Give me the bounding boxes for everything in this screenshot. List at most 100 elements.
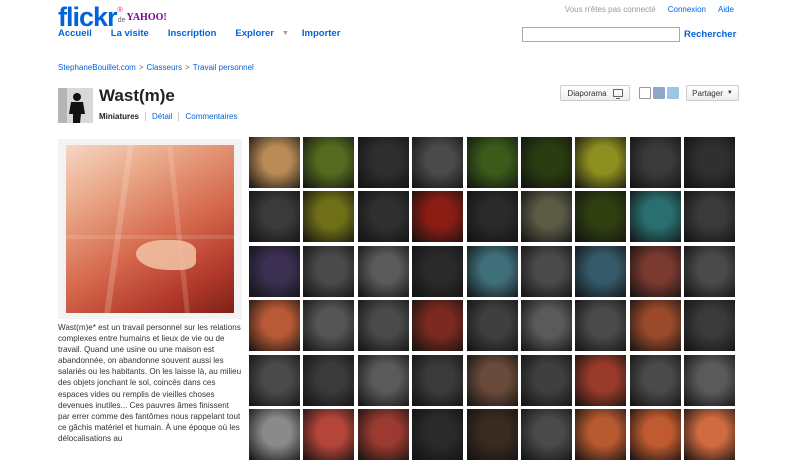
- tab-thumbnails[interactable]: Miniatures: [99, 112, 139, 121]
- yahoo-logo: YAHOO!: [126, 12, 167, 23]
- photo-thumbnail[interactable]: [357, 354, 409, 406]
- photo-thumbnail[interactable]: [684, 245, 736, 297]
- photo-thumbnail[interactable]: [520, 300, 572, 352]
- photo-thumbnail[interactable]: [412, 245, 464, 297]
- twitter-icon[interactable]: [667, 87, 679, 99]
- photo-thumbnail[interactable]: [629, 408, 681, 460]
- photo-thumbnail[interactable]: [684, 137, 736, 188]
- photo-thumbnail[interactable]: [357, 137, 409, 188]
- photo-thumbnail[interactable]: [575, 245, 627, 297]
- nav-importer[interactable]: Importer: [302, 28, 341, 39]
- photo-thumbnail[interactable]: [575, 354, 627, 406]
- photo-thumbnail[interactable]: [249, 191, 300, 243]
- chevron-down-icon[interactable]: ▼: [282, 30, 289, 37]
- search-input[interactable]: [522, 27, 680, 42]
- photo-thumbnail[interactable]: [357, 191, 409, 243]
- photo-thumbnail[interactable]: [303, 354, 355, 406]
- photo-thumbnail[interactable]: [466, 245, 518, 297]
- breadcrumb-separator: >: [185, 63, 190, 72]
- breadcrumb: StephaneBouillet.com > Classeurs > Travail p…: [58, 63, 254, 72]
- photo-thumbnail[interactable]: [575, 137, 627, 188]
- photo-thumbnail[interactable]: [575, 300, 627, 352]
- photo-thumbnail[interactable]: [520, 245, 572, 297]
- help-link[interactable]: Aide: [718, 5, 734, 14]
- photo-thumbnail[interactable]: [303, 191, 355, 243]
- facebook-icon[interactable]: [653, 87, 665, 99]
- photo-thumbnail[interactable]: [303, 300, 355, 352]
- photo-thumbnail[interactable]: [684, 408, 736, 460]
- photo-thumbnail[interactable]: [412, 300, 464, 352]
- photo-thumbnail[interactable]: [629, 245, 681, 297]
- login-link[interactable]: Connexion: [668, 5, 706, 14]
- photo-thumbnail[interactable]: [575, 408, 627, 460]
- photo-thumbnail[interactable]: [249, 300, 300, 352]
- share-icons: [639, 87, 679, 99]
- photo-thumbnail[interactable]: [520, 408, 572, 460]
- photo-thumbnail[interactable]: [684, 191, 736, 243]
- photo-thumbnail[interactable]: [412, 408, 464, 460]
- nav-explorer[interactable]: Explorer ▼: [235, 28, 288, 39]
- photo-thumbnail[interactable]: [629, 191, 681, 243]
- main-nav: Accueil La visite Inscription Explorer ▼ …: [58, 28, 359, 39]
- slideshow-button[interactable]: Diaporama: [560, 85, 630, 101]
- registered-mark: ®: [117, 7, 123, 14]
- account-links: Vous n'êtes pas connecté Connexion Aide: [565, 5, 734, 14]
- photo-thumbnail[interactable]: [357, 408, 409, 460]
- photo-thumbnail[interactable]: [466, 300, 518, 352]
- flickr-logo[interactable]: flickr ® de YAHOO!: [58, 2, 167, 32]
- share-label: Partager: [692, 88, 723, 98]
- avatar[interactable]: [58, 88, 93, 123]
- photo-thumbnail[interactable]: [684, 300, 736, 352]
- photo-thumbnail[interactable]: [249, 408, 300, 460]
- screen-icon: [612, 89, 623, 99]
- photo-thumbnail[interactable]: [466, 408, 518, 460]
- avatar-figure-icon: [58, 88, 93, 123]
- nav-label: Explorer: [235, 28, 274, 39]
- breadcrumb-separator: >: [138, 63, 144, 72]
- photo-thumbnail[interactable]: [412, 137, 464, 188]
- cover-photo[interactable]: [66, 145, 234, 313]
- photo-thumbnail[interactable]: [520, 354, 572, 406]
- photo-thumbnail[interactable]: [357, 245, 409, 297]
- photo-thumbnail[interactable]: [684, 354, 736, 406]
- photo-thumbnail[interactable]: [466, 137, 518, 188]
- photo-thumbnail[interactable]: [249, 137, 300, 188]
- photo-thumbnail[interactable]: [303, 137, 355, 188]
- photo-thumbnail[interactable]: [357, 300, 409, 352]
- photo-thumbnail[interactable]: [466, 354, 518, 406]
- photo-thumbnail[interactable]: [249, 354, 300, 406]
- view-tabs: Miniatures Détail Commentaires: [99, 112, 237, 121]
- breadcrumb-user[interactable]: StephaneBouillet.com: [58, 63, 136, 72]
- nav-label: Inscription: [167, 28, 217, 39]
- photo-thumbnail[interactable]: [629, 137, 681, 188]
- not-connected-text: Vous n'êtes pas connecté: [564, 5, 656, 14]
- photo-thumbnail[interactable]: [303, 408, 355, 460]
- breadcrumb-collection[interactable]: Travail personnel: [193, 63, 254, 72]
- photo-thumbnail[interactable]: [575, 191, 627, 243]
- photo-thumbnail[interactable]: [520, 137, 572, 188]
- tab-divider: [178, 112, 180, 121]
- mail-icon[interactable]: [639, 87, 651, 99]
- photo-thumbnail[interactable]: [520, 191, 572, 243]
- nav-label: Importer: [301, 28, 341, 39]
- photo-thumbnail[interactable]: [466, 191, 518, 243]
- photo-thumbnail[interactable]: [303, 245, 355, 297]
- tab-detail[interactable]: Détail: [152, 112, 172, 121]
- tab-divider: [145, 112, 147, 121]
- photo-thumbnail[interactable]: [412, 191, 464, 243]
- photo-thumbnail[interactable]: [629, 300, 681, 352]
- slideshow-label: Diaporama: [567, 88, 607, 98]
- photo-thumbnail[interactable]: [412, 354, 464, 406]
- nav-la-visite[interactable]: La visite: [111, 28, 149, 39]
- tab-comments[interactable]: Commentaires: [185, 112, 237, 121]
- search-button[interactable]: Rechercher: [684, 29, 736, 40]
- photo-thumbnail[interactable]: [249, 245, 300, 297]
- share-button[interactable]: Partager ▼: [686, 85, 739, 101]
- breadcrumb-collections[interactable]: Classeurs: [147, 63, 183, 72]
- nav-inscription[interactable]: Inscription: [168, 28, 217, 39]
- chevron-down-icon: ▼: [726, 90, 733, 96]
- photo-thumbnail[interactable]: [629, 354, 681, 406]
- nav-accueil[interactable]: Accueil: [58, 28, 92, 39]
- header: flickr ® de YAHOO! Vous n'êtes pas conne…: [0, 0, 800, 48]
- nav-label: Accueil: [58, 28, 92, 39]
